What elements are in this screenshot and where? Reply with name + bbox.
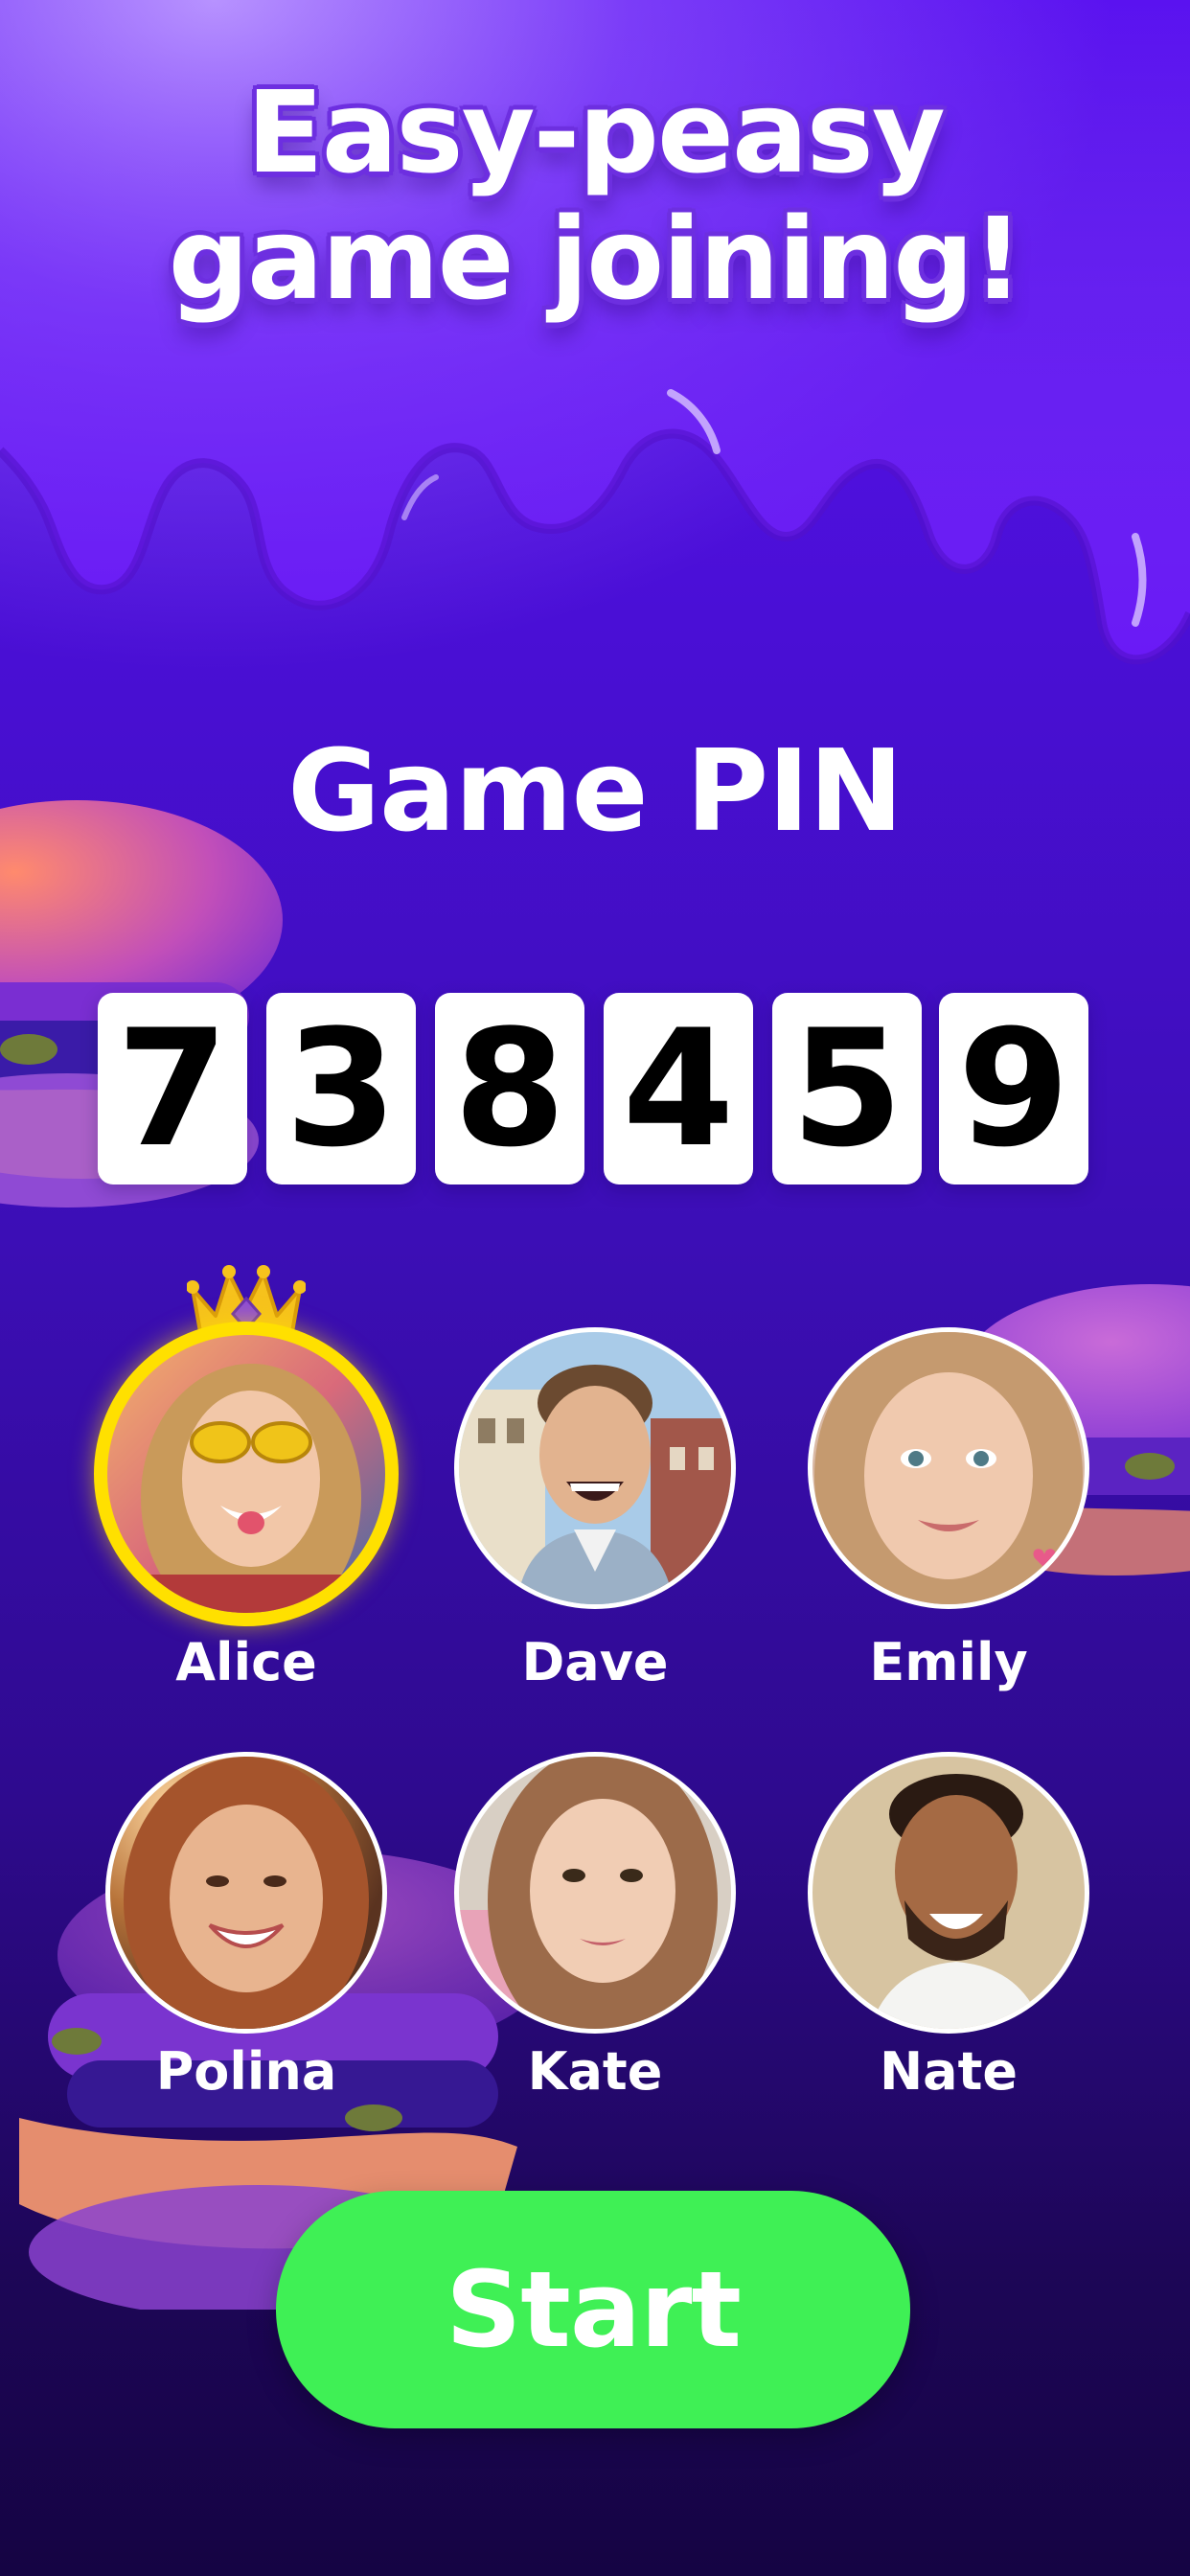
avatar-emily xyxy=(812,1332,1085,1604)
pin-digit-6: 9 xyxy=(939,993,1088,1184)
player-nate[interactable]: Nate xyxy=(790,1687,1107,2102)
avatar-ring xyxy=(808,1327,1089,1609)
headline: Easy-peasy game joining! xyxy=(0,69,1190,322)
game-pin-label: Game PIN xyxy=(287,724,904,857)
player-kate[interactable]: Kate xyxy=(437,1687,753,2102)
avatar-ring xyxy=(454,1752,736,2034)
screen: Easy-peasy game joining! Game PIN 7 3 8 … xyxy=(0,0,1190,2576)
pin-digit-4: 4 xyxy=(604,993,753,1184)
avatar-kate xyxy=(459,1757,731,2029)
player-name-kate: Kate xyxy=(527,2041,663,2102)
player-name-polina: Polina xyxy=(155,2041,337,2102)
host-avatar-ring xyxy=(94,1322,399,1626)
pin-digit-1: 7 xyxy=(98,993,247,1184)
player-name-nate: Nate xyxy=(879,2041,1018,2102)
avatar-ring xyxy=(105,1752,387,2034)
player-name-dave: Dave xyxy=(521,1632,669,1692)
avatar-polina xyxy=(110,1757,382,2029)
pin-digit-2: 3 xyxy=(266,993,416,1184)
avatar-nate xyxy=(812,1757,1085,2029)
pin-digit-3: 8 xyxy=(435,993,584,1184)
avatar-alice xyxy=(107,1335,385,1613)
avatar-dave xyxy=(459,1332,731,1604)
start-button[interactable]: Start xyxy=(276,2191,910,2428)
player-name-alice: Alice xyxy=(175,1632,317,1692)
game-pin-digits: 7 3 8 4 5 9 xyxy=(98,993,1088,1184)
player-alice[interactable]: Alice xyxy=(88,1260,404,1692)
avatar-ring xyxy=(454,1327,736,1609)
headline-line-2: game joining! xyxy=(168,193,1024,325)
headline-line-1: Easy-peasy xyxy=(246,66,946,198)
pin-digit-5: 5 xyxy=(772,993,922,1184)
player-dave[interactable]: Dave xyxy=(437,1260,753,1692)
player-polina[interactable]: Polina xyxy=(88,1687,404,2102)
player-name-emily: Emily xyxy=(869,1632,1028,1692)
player-emily[interactable]: Emily xyxy=(790,1260,1107,1692)
avatar-ring xyxy=(808,1752,1089,2034)
